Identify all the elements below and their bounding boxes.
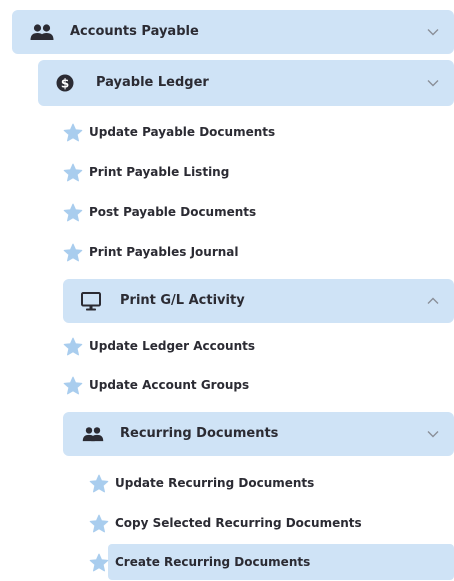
menu-item-label: Print Payables Journal [89, 245, 239, 259]
group-print-gl-activity-label: Print G/L Activity [120, 293, 245, 308]
menu-item-copy-selected-recurring-documents[interactable]: Copy Selected Recurring Documents [89, 511, 362, 535]
menu-item-print-payables-journal[interactable]: Print Payables Journal [63, 240, 239, 264]
menu-item-update-ledger-accounts[interactable]: Update Ledger Accounts [63, 334, 255, 358]
menu-item-label: Update Payable Documents [89, 125, 276, 139]
group-payable-ledger[interactable]: $ Payable Ledger [38, 60, 454, 106]
chevron-down-icon [426, 25, 440, 39]
users-icon [30, 22, 54, 42]
menu-item-post-payable-documents[interactable]: Post Payable Documents [63, 200, 256, 224]
group-print-gl-activity[interactable]: Print G/L Activity [63, 279, 454, 323]
star-icon [89, 473, 109, 493]
group-recurring-documents-label: Recurring Documents [120, 426, 279, 441]
menu-item-label: Print Payable Listing [89, 165, 230, 179]
menu-item-label: Update Ledger Accounts [89, 339, 255, 353]
star-icon [63, 375, 83, 395]
group-accounts-payable-label: Accounts Payable [70, 24, 199, 39]
chevron-down-icon [426, 427, 440, 441]
star-icon [63, 242, 83, 262]
group-accounts-payable[interactable]: Accounts Payable [12, 10, 454, 54]
star-icon [63, 336, 83, 356]
star-icon [89, 552, 109, 572]
star-icon [63, 162, 83, 182]
group-recurring-documents[interactable]: Recurring Documents [63, 412, 454, 456]
menu-item-update-payable-documents[interactable]: Update Payable Documents [63, 120, 275, 144]
chevron-up-icon [426, 294, 440, 308]
menu-item-label: Update Account Groups [89, 378, 250, 392]
menu-item-print-payable-listing[interactable]: Print Payable Listing [63, 160, 229, 184]
star-icon [63, 122, 83, 142]
group-payable-ledger-label: Payable Ledger [96, 75, 209, 90]
star-icon [63, 202, 83, 222]
menu-item-label: Update Recurring Documents [115, 476, 315, 490]
menu-item-label: Create Recurring Documents [115, 555, 311, 569]
menu-item-update-recurring-documents[interactable]: Update Recurring Documents [89, 471, 314, 495]
monitor-icon [81, 291, 101, 311]
menu-item-label: Post Payable Documents [89, 205, 257, 219]
svg-text:$: $ [61, 76, 69, 90]
menu-item-update-account-groups[interactable]: Update Account Groups [63, 373, 249, 397]
dollar-circle-icon: $ [56, 74, 74, 92]
users-icon [81, 424, 105, 444]
navigation-tree: Accounts Payable $ Payable Ledger Update… [0, 0, 454, 581]
menu-item-label: Copy Selected Recurring Documents [115, 516, 362, 530]
star-icon [89, 513, 109, 533]
chevron-down-icon [426, 76, 440, 90]
menu-item-create-recurring-documents[interactable]: Create Recurring Documents [89, 550, 310, 574]
